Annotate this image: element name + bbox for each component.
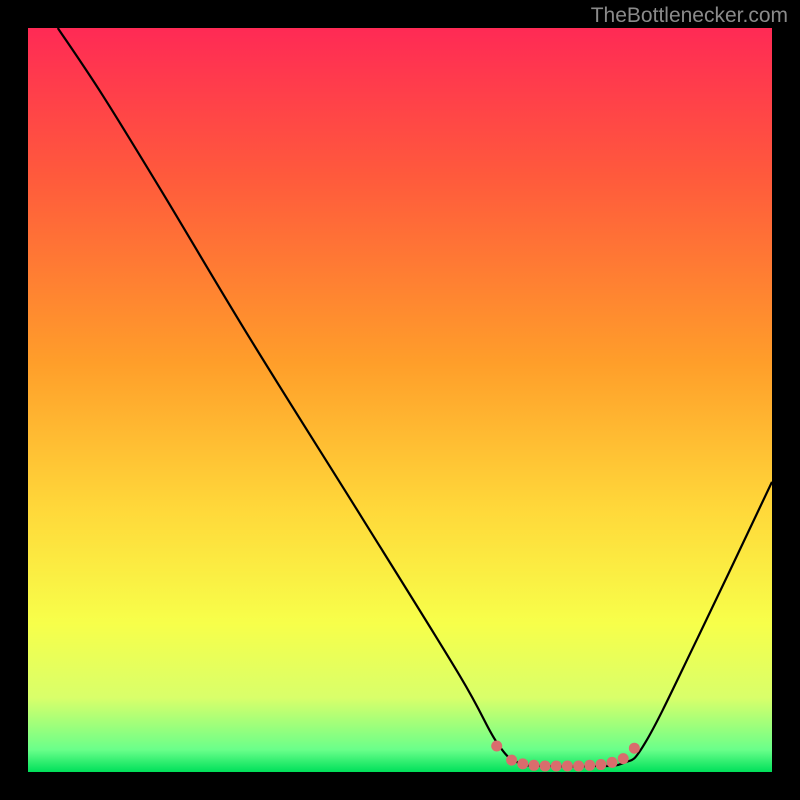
marker-dot (551, 761, 562, 772)
marker-dot (607, 757, 618, 768)
marker-dot (540, 761, 551, 772)
marker-dot (506, 755, 517, 766)
chart-container (28, 28, 772, 772)
marker-dot (595, 759, 606, 770)
marker-dot (491, 740, 502, 751)
marker-dot (517, 758, 528, 769)
marker-dot (629, 743, 640, 754)
watermark-text: TheBottlenecker.com (591, 4, 788, 28)
marker-dot (618, 753, 629, 764)
marker-dot (562, 761, 573, 772)
marker-dot (528, 760, 539, 771)
gradient-background (28, 28, 772, 772)
chart-svg (28, 28, 772, 772)
marker-dot (584, 760, 595, 771)
marker-dot (573, 761, 584, 772)
